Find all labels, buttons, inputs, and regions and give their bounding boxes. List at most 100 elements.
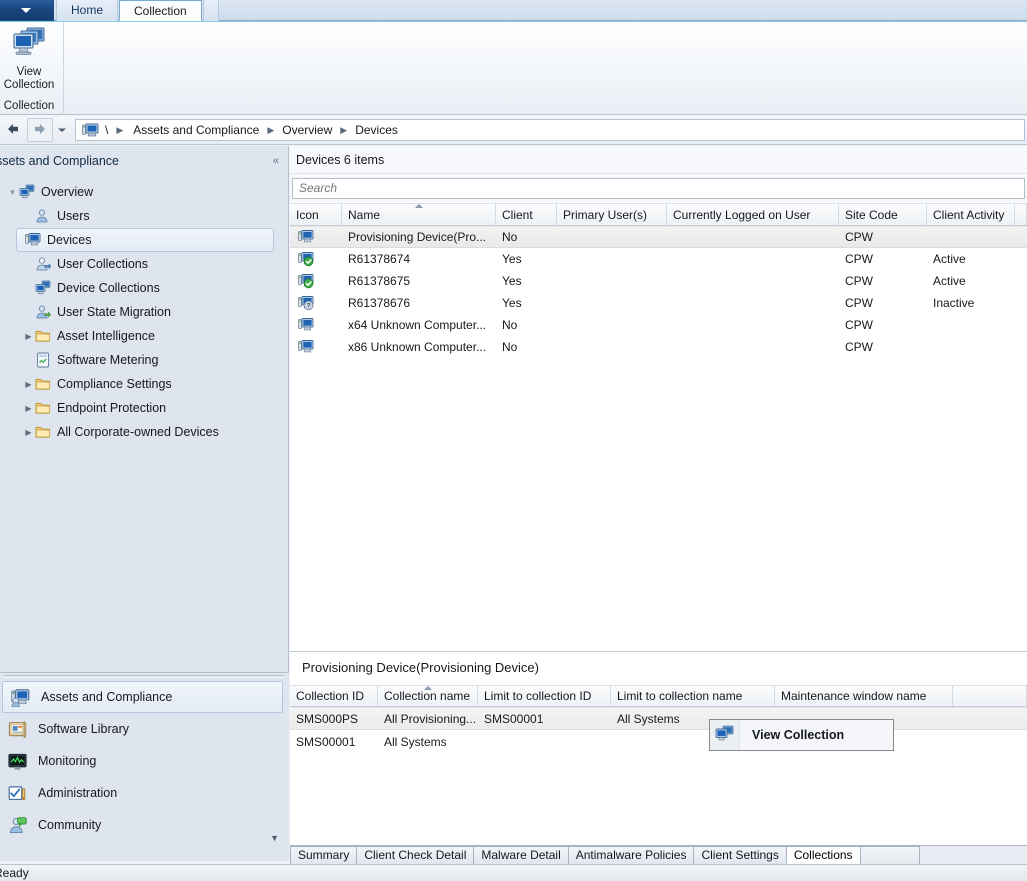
ribbon-tab-home[interactable]: Home bbox=[56, 0, 118, 21]
back-button[interactable] bbox=[0, 118, 26, 142]
device-cell-name: R61378675 bbox=[342, 274, 496, 288]
device-column-header-name[interactable]: Name bbox=[342, 204, 496, 225]
search-box[interactable] bbox=[292, 178, 1025, 199]
chevron-right-icon[interactable]: ▶ bbox=[22, 404, 35, 413]
collection-column-header-label: Maintenance window name bbox=[781, 689, 926, 703]
status-text: Ready bbox=[0, 866, 29, 880]
device-column-header-client-activity[interactable]: Client Activity bbox=[927, 204, 1015, 225]
device-grid-body: Provisioning Device(Pro...NoCPWR61378674… bbox=[290, 226, 1027, 358]
workspace-nav-label: Monitoring bbox=[38, 754, 96, 768]
collection-row[interactable]: SMS00001All Systems bbox=[290, 730, 1027, 753]
device-row[interactable]: ?R61378676YesCPWInactive bbox=[290, 292, 1027, 314]
detail-tab-malware-detail[interactable]: Malware Detail bbox=[473, 846, 568, 864]
forward-button[interactable] bbox=[27, 118, 53, 142]
device-collections-icon bbox=[35, 280, 52, 296]
breadcrumb-chevron-icon: ▶ bbox=[114, 125, 125, 136]
workspace-nav-community[interactable]: Community bbox=[0, 809, 289, 841]
sidebar-item-user-collections[interactable]: User Collections bbox=[0, 252, 280, 276]
ribbon-tab-label: Collection bbox=[134, 4, 187, 18]
breadcrumb-item-devices[interactable]: Devices bbox=[349, 120, 404, 140]
detail-tab-label: Client Check Detail bbox=[364, 848, 466, 862]
computer-icon bbox=[290, 229, 342, 245]
detail-tabstrip: Summary Client Check Detail Malware Detail… bbox=[290, 845, 1027, 864]
device-cell-client: Yes bbox=[496, 274, 557, 288]
device-column-header-currently-logged-on-user[interactable]: Currently Logged on User bbox=[667, 204, 839, 225]
device-row[interactable]: x64 Unknown Computer...NoCPW bbox=[290, 314, 1027, 336]
detail-tab-collections[interactable]: Collections bbox=[786, 846, 861, 864]
sidebar-item-asset-intelligence[interactable]: ▶Asset Intelligence bbox=[0, 324, 280, 348]
device-cell-site_code: CPW bbox=[839, 274, 927, 288]
sidebar-item-endpoint-protection[interactable]: ▶Endpoint Protection bbox=[0, 396, 280, 420]
chevron-right-icon[interactable]: ▶ bbox=[22, 380, 35, 389]
detail-tab-placeholder bbox=[860, 846, 920, 864]
nav-pane-splitter[interactable] bbox=[4, 675, 283, 678]
detail-panel: Provisioning Device(Provisioning Device)… bbox=[290, 651, 1027, 846]
workspace-nav-software-library[interactable]: Software Library bbox=[0, 713, 289, 745]
context-menu-item-view-collection[interactable]: View Collection bbox=[752, 728, 844, 742]
workspace-nav-assets-and-compliance[interactable]: Assets and Compliance bbox=[2, 681, 283, 713]
sidebar-item-compliance-settings[interactable]: ▶Compliance Settings bbox=[0, 372, 280, 396]
computer-icon bbox=[82, 123, 99, 138]
sidebar-item-user-state-migration[interactable]: User State Migration bbox=[0, 300, 280, 324]
workspace-nav-monitoring[interactable]: Monitoring bbox=[0, 745, 289, 777]
collection-column-header-blank[interactable] bbox=[953, 686, 1027, 706]
history-dropdown-button[interactable] bbox=[53, 118, 71, 142]
collection-column-header-collection-name[interactable]: Collection name bbox=[378, 686, 478, 706]
view-collection-ribbon-label: View Collection bbox=[4, 66, 55, 92]
collection-column-header-limit-to-collection-name[interactable]: Limit to collection name bbox=[611, 686, 775, 706]
ribbon-tab-collection[interactable]: Collection bbox=[119, 0, 202, 21]
collection-column-header-collection-id[interactable]: Collection ID bbox=[290, 686, 378, 706]
sidebar-item-devices[interactable]: Devices bbox=[16, 228, 274, 252]
device-cell-client: Yes bbox=[496, 296, 557, 310]
workspace-nav-administration[interactable]: Administration bbox=[0, 777, 289, 809]
software-metering-icon bbox=[35, 352, 52, 368]
chevron-down-icon[interactable]: ▼ bbox=[6, 188, 19, 197]
sidebar-item-software-metering[interactable]: Software Metering bbox=[0, 348, 280, 372]
search-input[interactable] bbox=[299, 181, 1024, 195]
device-column-header-client[interactable]: Client bbox=[496, 204, 557, 225]
device-row[interactable]: R61378674YesCPWActive bbox=[290, 248, 1027, 270]
sidebar-item-label: Overview bbox=[41, 185, 93, 199]
chevron-double-left-icon[interactable]: « bbox=[273, 155, 279, 167]
user-collections-icon bbox=[35, 256, 52, 272]
sidebar-item-all-corporate-owned-devices[interactable]: ▶All Corporate-owned Devices bbox=[0, 420, 280, 444]
collection-cell-collection_id: SMS00001 bbox=[290, 735, 378, 749]
breadcrumb-item-assets-and-compliance[interactable]: Assets and Compliance bbox=[127, 120, 265, 140]
device-row[interactable]: x86 Unknown Computer...NoCPW bbox=[290, 336, 1027, 358]
detail-tab-summary[interactable]: Summary bbox=[290, 846, 357, 864]
folder-icon bbox=[35, 376, 52, 392]
sidebar-item-overview[interactable]: ▼ Overview bbox=[0, 180, 280, 204]
computer-icon bbox=[290, 317, 342, 333]
ribbon-tab-placeholder bbox=[203, 0, 219, 21]
folder-icon bbox=[35, 328, 52, 344]
chevron-right-icon[interactable]: ▶ bbox=[22, 428, 35, 437]
collection-row[interactable]: SMS000PSAll Provisioning...SMS00001All S… bbox=[290, 707, 1027, 730]
detail-tab-antimalware-policies[interactable]: Antimalware Policies bbox=[568, 846, 695, 864]
view-collection-icon bbox=[10, 26, 48, 63]
chevron-right-icon[interactable]: ▶ bbox=[22, 332, 35, 341]
sidebar-item-users[interactable]: Users bbox=[0, 204, 280, 228]
device-grid-header: IconNameClientPrimary User(s)Currently L… bbox=[290, 203, 1027, 226]
sort-ascending-icon bbox=[424, 686, 432, 690]
breadcrumb-item-overview[interactable]: Overview bbox=[276, 120, 338, 140]
device-column-header-blank[interactable] bbox=[1015, 204, 1027, 225]
breadcrumb-root-separator: \ bbox=[101, 123, 112, 137]
device-cell-site_code: CPW bbox=[839, 296, 927, 310]
chevron-down-icon[interactable]: ▼ bbox=[270, 833, 279, 843]
context-menu-icon-gutter bbox=[710, 720, 740, 750]
device-column-header-site-code[interactable]: Site Code bbox=[839, 204, 927, 225]
device-column-header-icon[interactable]: Icon bbox=[290, 204, 342, 225]
collection-column-header-limit-to-collection-id[interactable]: Limit to collection ID bbox=[478, 686, 611, 706]
collection-column-header-maintenance-window-name[interactable]: Maintenance window name bbox=[775, 686, 953, 706]
detail-tab-client-check-detail[interactable]: Client Check Detail bbox=[356, 846, 474, 864]
view-collection-ribbon-button[interactable]: View Collection bbox=[0, 26, 58, 94]
device-column-header-primary-user-s-[interactable]: Primary User(s) bbox=[557, 204, 667, 225]
application-menu-button[interactable] bbox=[0, 0, 54, 21]
workspace-nav-pane: Assets and ComplianceSoftware Library Mon… bbox=[0, 672, 289, 861]
ribbon-tabstrip: Home Collection bbox=[0, 0, 1027, 21]
sidebar-item-device-collections[interactable]: Device Collections bbox=[0, 276, 280, 300]
device-row[interactable]: R61378675YesCPWActive bbox=[290, 270, 1027, 292]
detail-tab-client-settings[interactable]: Client Settings bbox=[693, 846, 786, 864]
device-row[interactable]: Provisioning Device(Pro...NoCPW bbox=[290, 226, 1027, 248]
ribbon-group-collection: View Collection Collection bbox=[0, 22, 64, 115]
